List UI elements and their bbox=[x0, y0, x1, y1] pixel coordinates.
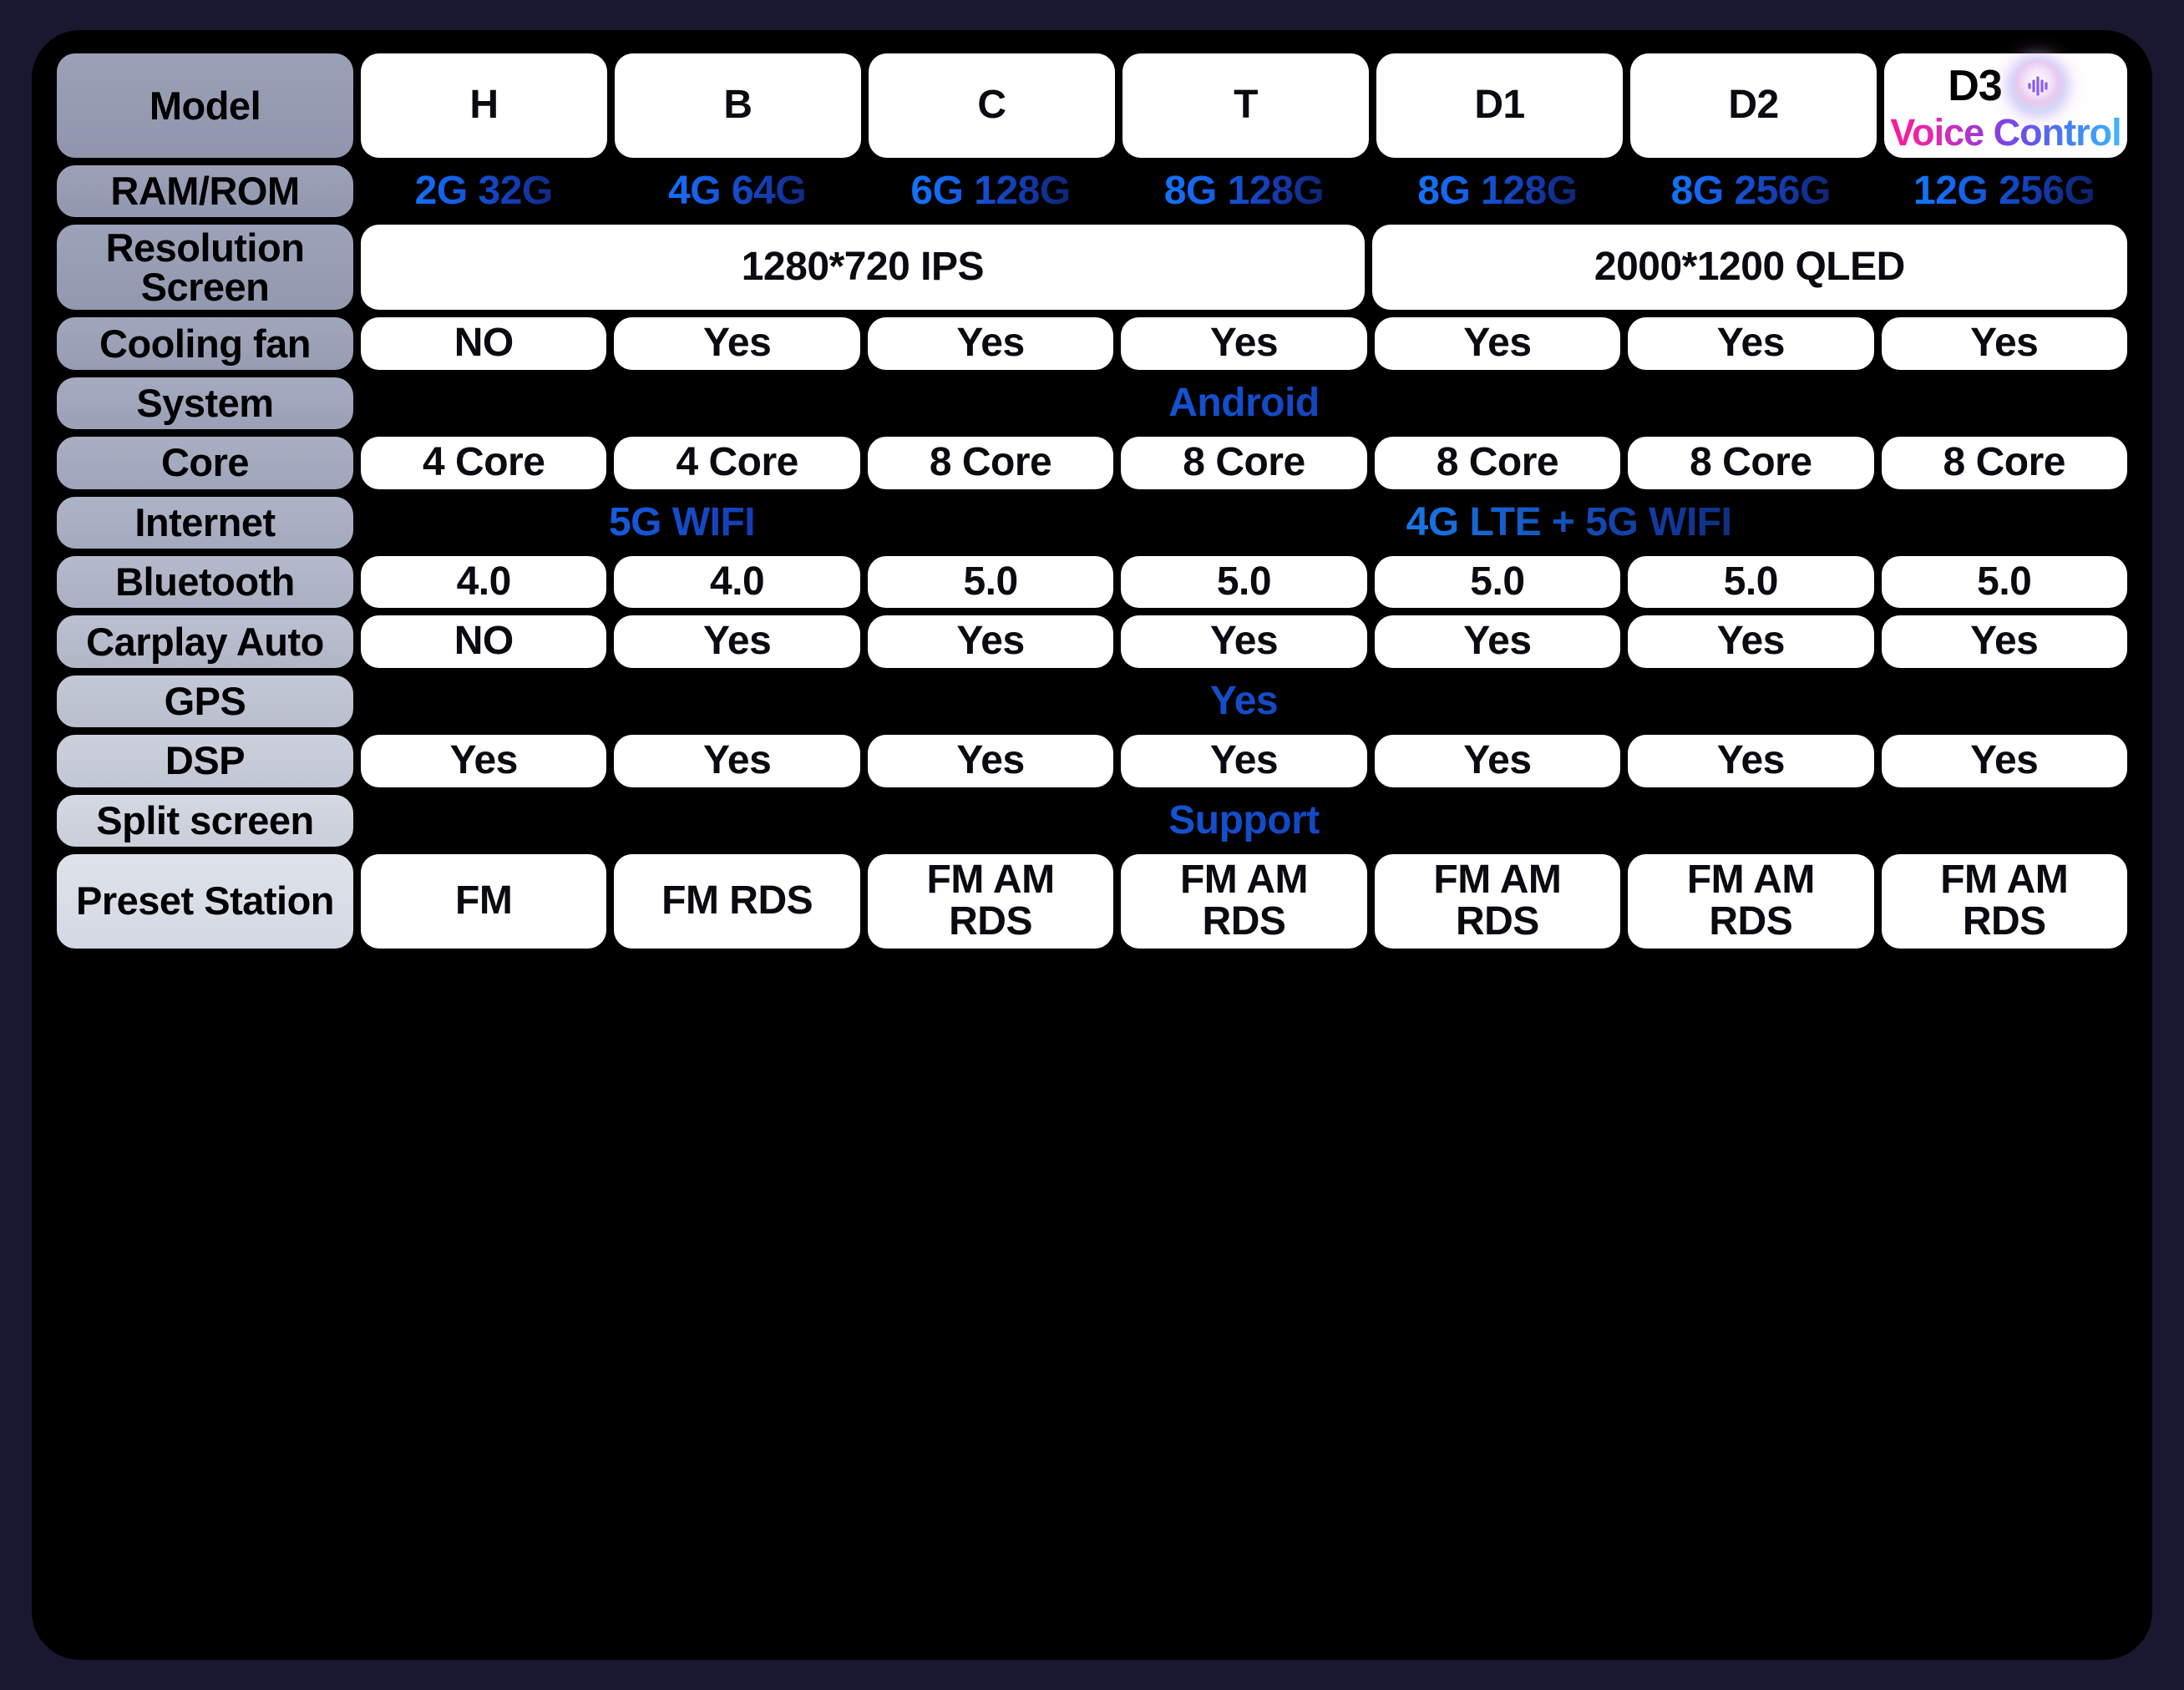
cell-dsp-d3: Yes bbox=[1881, 735, 2127, 787]
cell-fan-h: NO bbox=[361, 317, 607, 370]
cell-core-c: 8 Core bbox=[867, 437, 1114, 489]
row-label-bluetooth: Bluetooth bbox=[57, 555, 353, 609]
cell-model-d3: D3 Voice Control bbox=[1884, 53, 2127, 158]
cell-bt-c: 5.0 bbox=[867, 555, 1114, 609]
table-row-model: Model H B C T D1 D2 D3 Voice Control bbox=[57, 53, 2127, 158]
cell-ram-t: 8G 128G bbox=[1121, 165, 1366, 217]
cell-bt-b: 4.0 bbox=[614, 555, 860, 609]
cell-fan-d3: Yes bbox=[1881, 317, 2127, 370]
row-label-preset-station: Preset Station bbox=[57, 853, 353, 949]
cell-bt-h: 4.0 bbox=[361, 555, 607, 609]
cell-carplay-d3: Yes bbox=[1881, 615, 2127, 668]
cell-preset-d3: FM AM RDS bbox=[1881, 853, 2127, 949]
cell-bt-d3: 5.0 bbox=[1881, 555, 2127, 609]
table-row-resolution: Resolution Screen 1280*720 IPS 2000*1200… bbox=[57, 225, 2127, 311]
d3-model-name: D3 bbox=[1948, 62, 2002, 110]
row-label-resolution: Resolution Screen bbox=[57, 225, 353, 311]
cell-carplay-d1: Yes bbox=[1374, 615, 1621, 668]
row-label-ram-rom: RAM/ROM bbox=[57, 165, 353, 218]
d3-voice-control-tagline: Voice Control bbox=[1890, 111, 2121, 154]
cell-dsp-c: Yes bbox=[867, 735, 1114, 787]
cell-core-d3: 8 Core bbox=[1881, 437, 2127, 489]
cell-dsp-h: Yes bbox=[361, 735, 607, 787]
cell-carplay-b: Yes bbox=[614, 615, 860, 668]
row-label-cooling-fan: Cooling fan bbox=[57, 317, 353, 370]
cell-preset-t: FM AM RDS bbox=[1121, 853, 1367, 949]
cell-ram-d3: 12G 256G bbox=[1882, 165, 2127, 217]
row-label-model: Model bbox=[57, 53, 353, 158]
row-label-dsp: DSP bbox=[57, 735, 353, 787]
table-row-core: Core 4 Core 4 Core 8 Core 8 Core 8 Core … bbox=[57, 437, 2127, 489]
table-row-ram-rom: RAM/ROM 2G 32G 4G 64G 6G 128G 8G 128G 8G… bbox=[57, 165, 2127, 218]
table-row-carplay-auto: Carplay Auto NO Yes Yes Yes Yes Yes Yes bbox=[57, 615, 2127, 668]
cell-carplay-c: Yes bbox=[867, 615, 1114, 668]
cell-bt-d2: 5.0 bbox=[1628, 555, 1874, 609]
cell-carplay-h: NO bbox=[361, 615, 607, 668]
comparison-panel: Model H B C T D1 D2 D3 Voice Control RAM… bbox=[32, 30, 2152, 1660]
table-row-preset-station: Preset Station FM FM RDS FM AM RDS FM AM… bbox=[57, 853, 2127, 949]
cell-ram-d1: 8G 128G bbox=[1375, 165, 1620, 217]
page-root: Model H B C T D1 D2 D3 Voice Control RAM… bbox=[0, 0, 2184, 1690]
cell-internet-lte-wifi: 4G LTE + 5G WIFI bbox=[1011, 497, 2127, 549]
cell-system-android: Android bbox=[361, 377, 2127, 429]
cell-model-b: B bbox=[615, 53, 861, 158]
cell-resolution-qled: 2000*1200 QLED bbox=[1371, 225, 2127, 311]
row-label-internet: Internet bbox=[57, 496, 353, 549]
cell-ram-d2: 8G 256G bbox=[1628, 165, 1873, 217]
table-row-system: System Android bbox=[57, 377, 2127, 430]
cell-ram-b: 4G 64G bbox=[614, 165, 859, 217]
cell-ram-c: 6G 128G bbox=[868, 165, 1113, 217]
row-label-split-screen: Split screen bbox=[57, 794, 353, 847]
cell-model-d2: D2 bbox=[1630, 53, 1877, 158]
spec-comparison-table: Model H B C T D1 D2 D3 Voice Control RAM… bbox=[57, 53, 2127, 1635]
cell-fan-d1: Yes bbox=[1374, 317, 1621, 370]
cell-fan-b: Yes bbox=[614, 317, 860, 370]
cell-preset-h: FM bbox=[361, 853, 607, 949]
cell-model-h: H bbox=[361, 53, 607, 158]
cell-fan-t: Yes bbox=[1121, 317, 1367, 370]
cell-dsp-d1: Yes bbox=[1374, 735, 1621, 787]
voice-waveform-icon bbox=[2011, 60, 2064, 112]
row-label-gps: GPS bbox=[57, 675, 353, 728]
cell-split-screen-support: Support bbox=[361, 795, 2127, 847]
cell-carplay-t: Yes bbox=[1121, 615, 1367, 668]
cell-resolution-ips: 1280*720 IPS bbox=[361, 225, 1365, 311]
d3-title-row: D3 bbox=[1948, 60, 2064, 112]
cell-gps-yes: Yes bbox=[361, 675, 2127, 727]
cell-model-d1: D1 bbox=[1376, 53, 1623, 158]
cell-preset-d1: FM AM RDS bbox=[1374, 853, 1621, 949]
cell-ram-h: 2G 32G bbox=[361, 165, 606, 217]
table-row-cooling-fan: Cooling fan NO Yes Yes Yes Yes Yes Yes bbox=[57, 317, 2127, 370]
cell-dsp-t: Yes bbox=[1121, 735, 1367, 787]
row-label-carplay-auto: Carplay Auto bbox=[57, 615, 353, 668]
cell-preset-c: FM AM RDS bbox=[867, 853, 1114, 949]
cell-core-d1: 8 Core bbox=[1374, 437, 1621, 489]
cell-bt-t: 5.0 bbox=[1121, 555, 1367, 609]
row-label-core: Core bbox=[57, 437, 353, 489]
cell-dsp-b: Yes bbox=[614, 735, 860, 787]
cell-core-t: 8 Core bbox=[1121, 437, 1367, 489]
row-label-system: System bbox=[57, 377, 353, 430]
table-row-internet: Internet 5G WIFI 4G LTE + 5G WIFI bbox=[57, 496, 2127, 549]
cell-model-c: C bbox=[869, 53, 1115, 158]
cell-fan-d2: Yes bbox=[1628, 317, 1874, 370]
cell-carplay-d2: Yes bbox=[1628, 615, 1874, 668]
table-row-dsp: DSP Yes Yes Yes Yes Yes Yes Yes bbox=[57, 735, 2127, 787]
cell-preset-d2: FM AM RDS bbox=[1628, 853, 1874, 949]
table-row-gps: GPS Yes bbox=[57, 675, 2127, 728]
table-row-split-screen: Split screen Support bbox=[57, 794, 2127, 847]
cell-bt-d1: 5.0 bbox=[1374, 555, 1621, 609]
table-row-bluetooth: Bluetooth 4.0 4.0 5.0 5.0 5.0 5.0 5.0 bbox=[57, 555, 2127, 609]
cell-fan-c: Yes bbox=[867, 317, 1114, 370]
cell-core-h: 4 Core bbox=[361, 437, 607, 489]
cell-core-b: 4 Core bbox=[614, 437, 860, 489]
cell-dsp-d2: Yes bbox=[1628, 735, 1874, 787]
cell-model-t: T bbox=[1122, 53, 1369, 158]
cell-internet-wifi: 5G WIFI bbox=[361, 497, 1003, 549]
cell-preset-b: FM RDS bbox=[614, 853, 860, 949]
cell-core-d2: 8 Core bbox=[1628, 437, 1874, 489]
